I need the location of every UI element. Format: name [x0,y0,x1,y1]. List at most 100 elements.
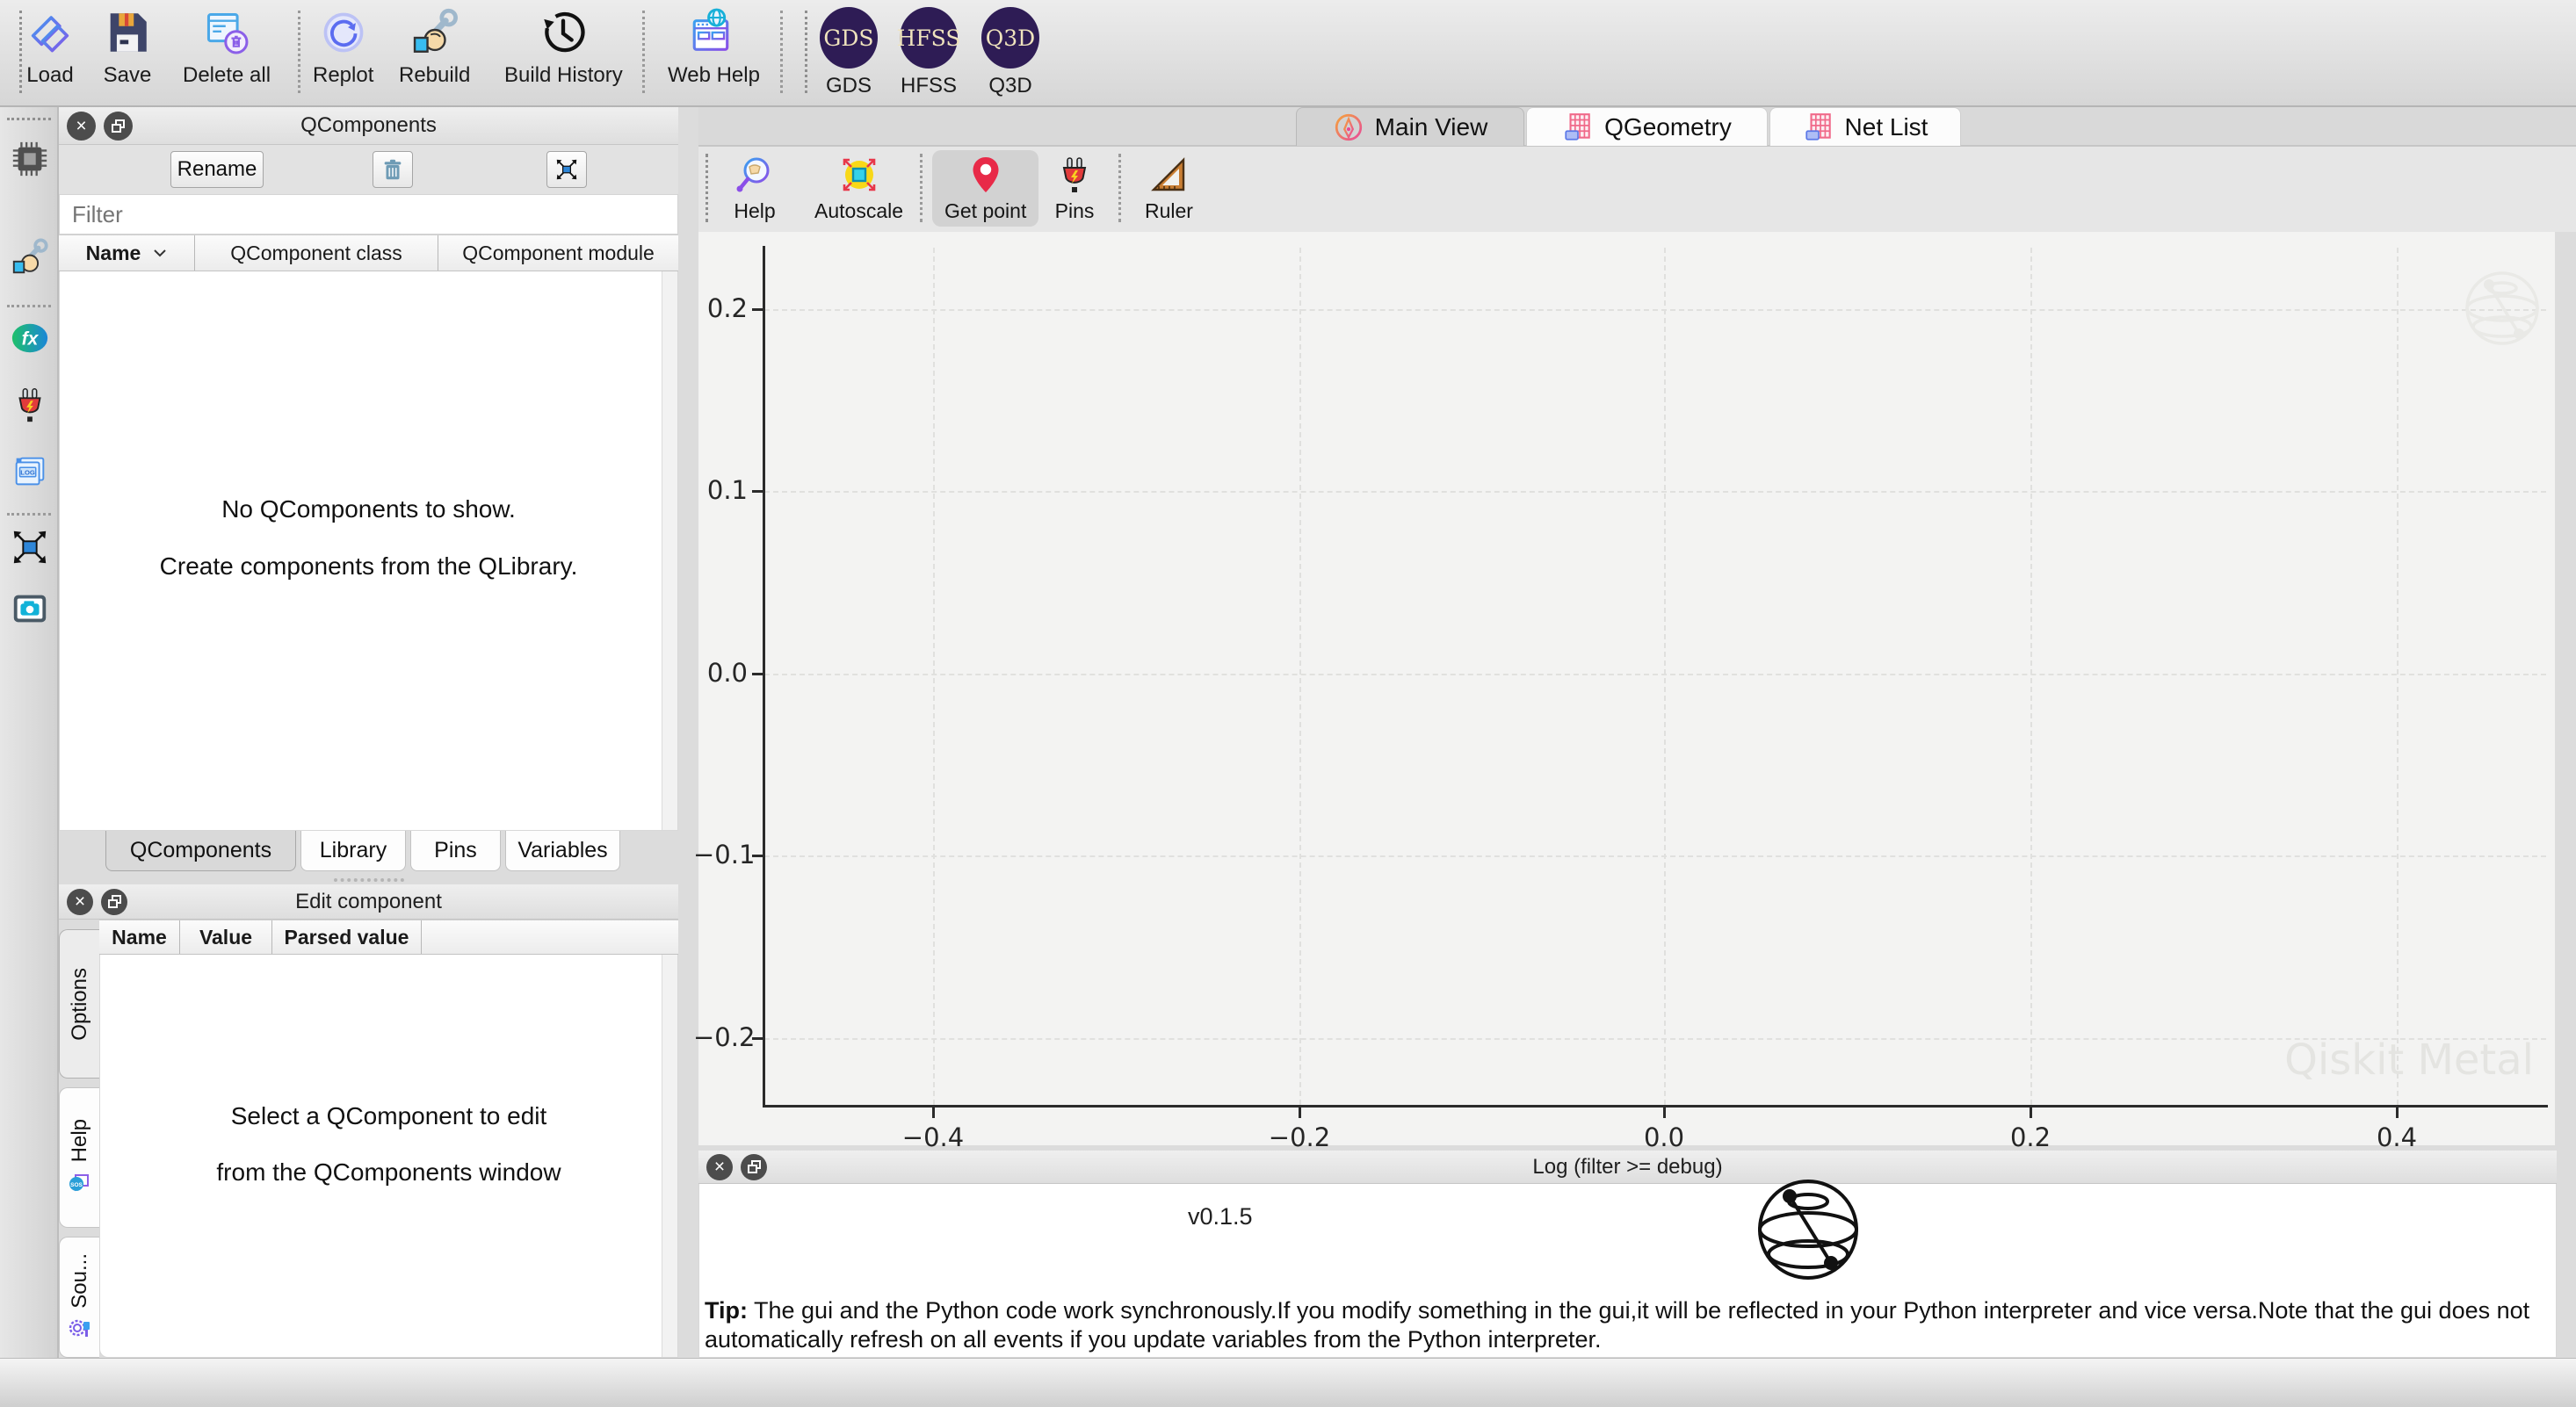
float-window-icon[interactable] [101,889,127,915]
vertical-scrollbar[interactable] [662,955,677,1357]
x-axis-spine [763,1105,2548,1108]
dock-tab-bar: QComponents Library Pins Variables [59,831,678,875]
tab-qgeometry[interactable]: QGeometry [1526,107,1768,146]
y-tick [752,308,763,311]
log-panel[interactable]: v0.1.5 Tip: The gui and the Python code … [698,1184,2557,1358]
screenshot-camera-icon[interactable] [10,588,50,629]
close-icon[interactable]: × [706,1154,733,1180]
x-tick [2030,1108,2032,1118]
tab-variables[interactable]: Variables [505,831,620,871]
q3d-badge-icon: Q3D [981,7,1039,69]
toolbar-separator [298,11,300,93]
chip-icon[interactable] [10,139,50,179]
x-tick-label: 0.0 [1603,1122,1726,1152]
q3d-label: Q3D [988,74,1031,98]
qcomponents-list-area[interactable]: No QComponents to show. Create component… [59,271,678,831]
side-tab-options[interactable]: Options [59,929,99,1079]
pins-button[interactable]: Pins [1041,150,1108,227]
replot-button[interactable]: Replot [313,7,373,88]
float-window-icon[interactable] [741,1154,767,1180]
side-tab-sources[interactable]: Sou... [59,1237,99,1358]
qiskit-globe-logo-icon [1754,1175,1863,1284]
gridline [764,309,2546,311]
build-history-button[interactable]: Build History [504,7,623,88]
x-tick [1299,1108,1301,1118]
rename-button[interactable]: Rename [170,151,264,188]
tab-main-view[interactable]: Main View [1296,107,1524,146]
column-header-parsed-value[interactable]: Parsed value [272,920,422,954]
qcomponents-actions-row: Rename [59,145,678,194]
svg-text:SOS: SOS [70,1182,83,1188]
float-window-icon[interactable] [104,112,133,141]
delete-all-button[interactable]: Delete all [183,7,271,88]
magnifier-help-icon [734,154,776,196]
side-tab-help[interactable]: Help SOS [59,1087,99,1228]
column-header-class[interactable]: QComponent class [195,235,438,271]
hfss-button[interactable]: HFSS HFSS [900,7,958,98]
edit-component-area[interactable]: Select a QComponent to edit from the QCo… [99,955,678,1358]
autoscale-icon [838,154,880,196]
tab-library[interactable]: Library [300,831,406,871]
main-toolbar: Load Save Delete all [0,0,2576,107]
trash-icon [380,156,406,183]
toolbar-separator [7,305,51,307]
gridline [764,1038,2546,1040]
main-view-tab-bar: Main View QGeometry Net List [698,107,2576,147]
replot-icon [318,7,369,58]
close-icon[interactable]: × [67,112,96,141]
empty-state-line1: No QComponents to show. [60,495,677,523]
close-icon[interactable]: × [67,889,93,915]
y-tick [752,673,763,675]
q3d-button[interactable]: Q3D Q3D [981,7,1039,98]
save-label: Save [104,63,152,88]
qcomponents-table-header: Name QComponent class QComponent module [59,234,678,271]
log-icon[interactable]: LOG [10,451,50,492]
column-header-module[interactable]: QComponent module [438,235,678,271]
autoscale-button[interactable]: Autoscale [802,150,915,227]
delete-all-label: Delete all [183,63,271,88]
column-header-name[interactable]: Name [59,235,195,271]
toolbar-drag-handle[interactable] [7,118,51,120]
save-button[interactable]: Save [102,7,153,88]
tab-net-list[interactable]: Net List [1769,107,1961,146]
save-icon [102,7,153,58]
qiskit-metal-window: Load Save Delete all [0,0,2576,1407]
get-point-button[interactable]: Get point [932,150,1038,227]
build-wrench-icon[interactable] [10,237,50,278]
tab-qcomponents[interactable]: QComponents [105,831,296,871]
gds-badge-icon: GDS [820,7,878,69]
tip-label: Tip: [705,1297,748,1324]
gridline [933,248,935,1105]
web-help-label: Web Help [668,63,760,88]
gridline [1664,248,1666,1105]
filter-input[interactable] [59,194,678,234]
tab-pins[interactable]: Pins [410,831,501,871]
zoom-to-component-button[interactable] [546,151,587,188]
x-tick-label: 0.4 [2335,1122,2458,1152]
toolbar-drag-handle[interactable] [805,11,807,93]
gds-button[interactable]: GDS GDS [820,7,878,98]
column-header-name[interactable]: Name [99,920,180,954]
delete-component-button[interactable] [373,151,413,188]
toolbar-separator [920,154,923,222]
qcomponents-dock-header: QComponents × [59,107,678,145]
edit-component-dock-title: Edit component [59,890,678,914]
rebuild-button[interactable]: Rebuild [399,7,470,88]
x-tick-label: −0.2 [1238,1122,1361,1152]
x-tick-label: −0.4 [872,1122,995,1152]
load-button[interactable]: Load [25,7,76,88]
web-help-button[interactable]: Web Help [668,7,760,88]
plot-canvas[interactable]: 0.2 0.1 0.0 −0.1 −0.2 −0.4 −0.2 0.0 0.2 … [698,232,2555,1145]
plug-icon[interactable] [10,385,50,425]
hfss-badge-icon: HFSS [900,7,958,69]
toolbar-drag-handle[interactable] [19,11,22,93]
splitter-handle[interactable] [334,878,404,882]
plot-help-button[interactable]: Help [721,150,788,227]
vertical-scrollbar[interactable] [662,271,677,830]
zoom-fit-icon[interactable] [10,527,50,567]
ruler-button[interactable]: Ruler [1132,150,1205,227]
zoom-fit-icon [554,156,580,183]
toolbar-drag-handle[interactable] [706,154,708,222]
function-fx-icon[interactable]: fx [10,318,50,358]
column-header-value[interactable]: Value [180,920,272,954]
